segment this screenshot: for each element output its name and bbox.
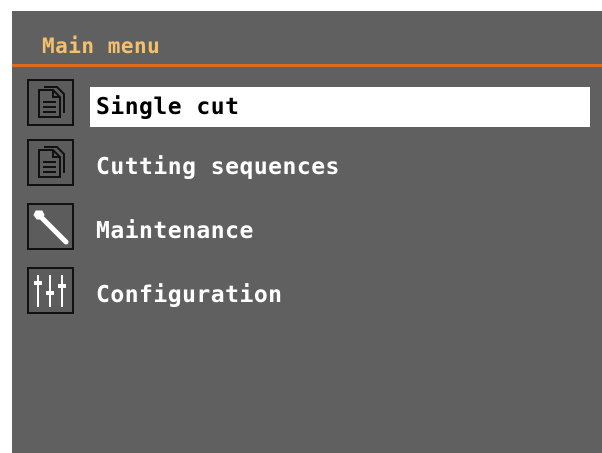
header-divider [12,64,602,67]
header: Main menu [12,11,602,67]
menu-item-cutting-sequences[interactable]: Cutting sequences [27,139,602,189]
menu-item-maintenance[interactable]: Maintenance [27,203,602,253]
document-icon [27,139,74,186]
menu-item-label: Maintenance [96,218,254,244]
wrench-icon [27,203,74,250]
sliders-icon [27,267,74,314]
menu-item-label: Cutting sequences [96,154,340,180]
document-icon [27,79,74,126]
page-title: Main menu [42,34,161,58]
menu-item-configuration[interactable]: Configuration [27,267,602,317]
menu-item-label: Single cut [90,87,590,127]
menu-item-single-cut[interactable]: Single cut [27,79,602,129]
menu-item-label: Configuration [96,282,283,308]
main-menu-screen: Main menu Single cut Cutting sequences M… [12,11,602,453]
